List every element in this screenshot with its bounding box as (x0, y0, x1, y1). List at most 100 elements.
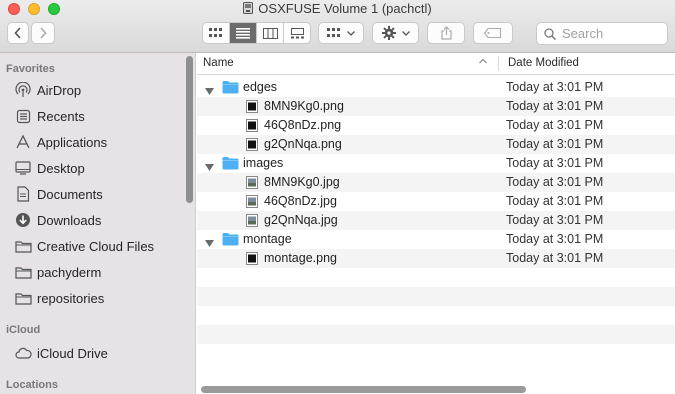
folder-row[interactable]: montage Today at 3:01 PM (197, 230, 675, 249)
search-placeholder: Search (562, 26, 604, 41)
sidebar: Favorites AirDrop Recents Applications D… (0, 53, 196, 394)
file-row[interactable]: g2QnNqa.png Today at 3:01 PM (197, 135, 675, 154)
file-name: 46Q8nDz.jpg (264, 194, 337, 208)
cloud-icon (14, 345, 32, 361)
folder-icon (14, 264, 32, 280)
file-list: Name Date Modified edges Today at 3:01 PM… (197, 53, 675, 394)
search-field[interactable]: Search (536, 22, 668, 45)
date-modified: Today at 3:01 PM (506, 251, 604, 265)
airdrop-icon (14, 82, 32, 98)
documents-icon (14, 186, 32, 202)
column-header-name[interactable]: Name (203, 57, 234, 69)
group-by-icon (327, 28, 340, 37)
folder-icon (14, 238, 32, 254)
gallery-view-icon (290, 27, 304, 38)
sidebar-item-recents[interactable]: Recents (14, 106, 85, 126)
sidebar-item-label: AirDrop (37, 82, 82, 98)
chevron-right-icon (40, 27, 47, 39)
chevron-left-icon (14, 27, 21, 39)
image-file-icon (246, 195, 258, 211)
disclosure-triangle-icon[interactable] (205, 235, 214, 250)
file-row[interactable]: montage.png Today at 3:01 PM (197, 249, 675, 268)
column-separator[interactable] (498, 56, 499, 71)
date-modified: Today at 3:01 PM (506, 194, 604, 208)
image-file-icon (246, 252, 258, 268)
recents-icon (14, 108, 32, 124)
folder-icon (222, 156, 239, 173)
file-row[interactable]: 46Q8nDz.png Today at 3:01 PM (197, 116, 675, 135)
tag-button[interactable] (473, 22, 513, 44)
column-header-date-modified[interactable]: Date Modified (508, 57, 579, 69)
gear-icon (381, 26, 396, 40)
date-modified: Today at 3:01 PM (506, 213, 604, 227)
share-icon (440, 26, 452, 40)
folder-row[interactable]: images Today at 3:01 PM (197, 154, 675, 173)
image-file-icon (246, 100, 258, 116)
gallery-view-button[interactable] (284, 23, 310, 43)
group-by-button[interactable] (318, 22, 364, 44)
column-view-button[interactable] (257, 23, 284, 43)
folder-name: montage (243, 232, 292, 246)
horizontal-scrollbar[interactable] (201, 386, 526, 393)
folder-icon (14, 290, 32, 306)
sidebar-item-label: Recents (37, 108, 85, 124)
empty-row (197, 344, 675, 363)
disclosure-triangle-icon[interactable] (205, 159, 214, 174)
disclosure-triangle-icon[interactable] (205, 83, 214, 98)
file-row[interactable]: 8MN9Kg0.jpg Today at 3:01 PM (197, 173, 675, 192)
empty-row (197, 325, 675, 344)
applications-icon (14, 134, 32, 150)
sidebar-item-creative-cloud-files[interactable]: Creative Cloud Files (14, 236, 154, 256)
folder-icon (222, 232, 239, 249)
date-modified: Today at 3:01 PM (506, 156, 604, 170)
sidebar-item-label: Downloads (37, 212, 102, 228)
folder-row[interactable]: edges Today at 3:01 PM (197, 78, 675, 97)
sidebar-item-label: pachyderm (37, 264, 102, 280)
sidebar-item-airdrop[interactable]: AirDrop (14, 80, 81, 100)
sidebar-header-locations: Locations (6, 379, 58, 391)
sidebar-item-applications[interactable]: Applications (14, 132, 107, 152)
sidebar-item-label: Creative Cloud Files (37, 238, 155, 254)
image-file-icon (246, 119, 258, 135)
disk-icon (243, 2, 254, 14)
window-title: OSXFUSE Volume 1 (pachctl) (258, 1, 432, 16)
date-modified: Today at 3:01 PM (506, 232, 604, 246)
file-name: g2QnNqa.png (264, 137, 342, 151)
window-title-area: OSXFUSE Volume 1 (pachctl) (0, 1, 675, 16)
icon-view-button[interactable] (203, 23, 230, 43)
sidebar-item-repositories[interactable]: repositories (14, 288, 104, 308)
list-view-icon (236, 27, 250, 39)
folder-icon (222, 80, 239, 97)
action-menu-button[interactable] (372, 22, 419, 44)
sidebar-item-label: iCloud Drive (37, 345, 108, 361)
file-name: 46Q8nDz.png (264, 118, 342, 132)
sidebar-header-favorites: Favorites (6, 63, 55, 75)
sidebar-item-downloads[interactable]: Downloads (14, 210, 101, 230)
file-name: 8MN9Kg0.jpg (264, 175, 340, 189)
forward-button[interactable] (31, 22, 55, 44)
sidebar-item-label: Desktop (37, 160, 85, 176)
share-button[interactable] (427, 22, 465, 44)
downloads-icon (14, 212, 32, 228)
sidebar-scrollbar[interactable] (186, 56, 193, 203)
sidebar-item-desktop[interactable]: Desktop (14, 158, 85, 178)
file-row[interactable]: 46Q8nDz.jpg Today at 3:01 PM (197, 192, 675, 211)
sidebar-item-documents[interactable]: Documents (14, 184, 103, 204)
image-file-icon (246, 138, 258, 154)
empty-row (197, 268, 675, 287)
column-view-icon (262, 27, 278, 39)
view-mode-segment (202, 22, 311, 44)
title-bar: OSXFUSE Volume 1 (pachctl) Search (0, 0, 675, 53)
sidebar-item-icloud-drive[interactable]: iCloud Drive (14, 343, 108, 363)
date-modified: Today at 3:01 PM (506, 175, 604, 189)
file-row[interactable]: g2QnNqa.jpg Today at 3:01 PM (197, 211, 675, 230)
date-modified: Today at 3:01 PM (506, 118, 604, 132)
icon-view-icon (209, 28, 222, 37)
list-view-button[interactable] (230, 23, 257, 43)
chevron-down-icon (401, 30, 410, 36)
sidebar-item-pachyderm[interactable]: pachyderm (14, 262, 101, 282)
back-button[interactable] (7, 22, 29, 44)
file-row[interactable]: 8MN9Kg0.png Today at 3:01 PM (197, 97, 675, 116)
sort-chevron-up-icon (479, 58, 487, 64)
file-name: g2QnNqa.jpg (264, 213, 338, 227)
